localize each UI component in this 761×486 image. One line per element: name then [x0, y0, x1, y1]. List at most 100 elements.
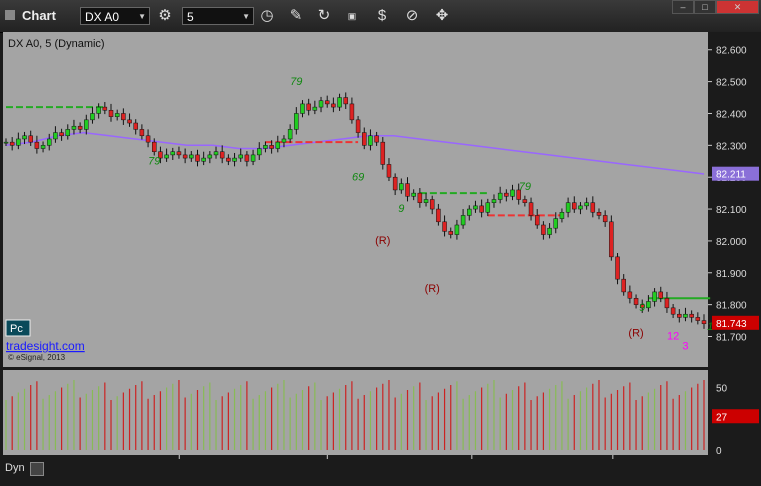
- chevron-down-icon[interactable]: ▼: [242, 8, 250, 26]
- interval-value: 5: [187, 10, 194, 24]
- gst-icon[interactable]: ▣: [342, 6, 362, 26]
- candle-body: [467, 208, 472, 216]
- chart-annotation: 79: [519, 181, 531, 193]
- candle-body: [497, 192, 503, 200]
- app-title: Chart: [22, 8, 56, 23]
- candle-body: [541, 224, 546, 235]
- candle-body: [46, 138, 52, 146]
- chart-annotation: 9: [398, 203, 404, 215]
- candle-body: [411, 192, 416, 197]
- settings-icon[interactable]: ⚙: [155, 6, 175, 26]
- candle-body: [405, 183, 410, 197]
- candle-body: [71, 125, 77, 130]
- candle-body: [232, 157, 237, 162]
- candle-body: [318, 100, 324, 108]
- candle-body: [658, 291, 664, 299]
- refresh-icon[interactable]: ↻: [314, 6, 334, 26]
- chart-annotation: 3: [682, 340, 688, 352]
- candle-body: [504, 192, 509, 197]
- interval-select[interactable]: 5 ▼: [182, 7, 254, 25]
- candle-body: [547, 227, 552, 235]
- close-button[interactable]: ✕: [716, 0, 759, 14]
- candle-body: [417, 192, 423, 203]
- symbol-input[interactable]: DX A0 ▼: [80, 7, 150, 25]
- candle-body: [590, 202, 596, 213]
- candle-body: [34, 141, 40, 149]
- candle-body: [65, 129, 71, 137]
- candle-body: [219, 151, 225, 159]
- candle-body: [578, 205, 583, 210]
- dollar-icon[interactable]: $: [372, 6, 392, 26]
- candle-body: [114, 113, 120, 117]
- price-tick-label: 82.300: [716, 141, 747, 152]
- candle-body: [77, 125, 83, 130]
- candle-body: [534, 215, 540, 226]
- chart-area[interactable]: 82.60082.50082.40082.30082.20082.10082.0…: [0, 32, 761, 481]
- chevron-down-icon[interactable]: ▼: [138, 8, 146, 26]
- candle-body: [609, 221, 614, 258]
- move-icon[interactable]: ✥: [432, 6, 452, 26]
- candle-body: [399, 183, 404, 191]
- candle-body: [615, 256, 620, 280]
- candle-body: [565, 202, 571, 213]
- candle-body: [442, 221, 447, 232]
- candle-body: [479, 205, 484, 213]
- candle-body: [294, 113, 299, 130]
- candle-body: [133, 122, 138, 130]
- candle-body: [380, 141, 386, 165]
- candle-body: [145, 135, 151, 143]
- candle-body: [429, 199, 435, 210]
- candle-body: [331, 103, 336, 108]
- candle-body: [201, 157, 206, 162]
- maximize-button[interactable]: □: [694, 0, 716, 14]
- candle-body: [238, 154, 243, 159]
- candle-body: [139, 129, 145, 137]
- candle-body: [652, 291, 657, 302]
- candle-body: [40, 145, 46, 149]
- candle-body: [9, 141, 15, 146]
- candle-body: [436, 208, 441, 223]
- chart-app-icon: [5, 10, 15, 20]
- chart-annotation: (R): [375, 235, 390, 247]
- pencil-icon[interactable]: ✎: [286, 6, 306, 26]
- candle-body: [528, 202, 534, 216]
- candle-body: [343, 97, 348, 105]
- candle-body: [22, 135, 27, 140]
- candle-body: [226, 157, 231, 162]
- candle-body: [460, 215, 466, 226]
- chart-title: DX A0, 5 (Dynamic): [8, 38, 105, 50]
- candle-body: [108, 110, 114, 117]
- minimize-button[interactable]: –: [672, 0, 694, 14]
- candle-body: [689, 313, 694, 318]
- candle-body: [572, 202, 577, 210]
- candle-body: [386, 164, 392, 178]
- price-tick-label: 81.800: [716, 301, 747, 312]
- candle-body: [670, 307, 676, 315]
- candle-body: [392, 176, 398, 191]
- study-label: Dyn: [5, 462, 25, 474]
- tradesight-link[interactable]: tradesight.com: [6, 339, 85, 353]
- candle-body: [96, 106, 101, 114]
- candle-body: [491, 199, 497, 203]
- candle-body: [602, 215, 608, 223]
- no-icon[interactable]: ⊘: [402, 6, 422, 26]
- candle-body: [90, 113, 95, 121]
- price-tick-label: 82.000: [716, 237, 747, 248]
- candle-body: [454, 224, 460, 235]
- candle-body: [423, 199, 429, 203]
- candle-body: [269, 145, 274, 149]
- clock-icon[interactable]: ◷: [257, 6, 277, 26]
- candle-body: [213, 151, 219, 156]
- candle-body: [121, 113, 126, 121]
- volume-panel-bg: [3, 370, 708, 455]
- bottom-bar: Dyn: [0, 459, 761, 481]
- lock-icon[interactable]: [30, 462, 44, 476]
- candle-body: [300, 103, 305, 114]
- candle-body: [306, 103, 311, 111]
- candle-body: [275, 141, 281, 149]
- candle-body: [701, 320, 707, 325]
- price-marker-label: 82.211: [716, 170, 746, 181]
- candle-body: [683, 313, 688, 318]
- price-chart-svg[interactable]: 82.60082.50082.40082.30082.20082.10082.0…: [0, 32, 761, 481]
- candle-body: [151, 141, 157, 152]
